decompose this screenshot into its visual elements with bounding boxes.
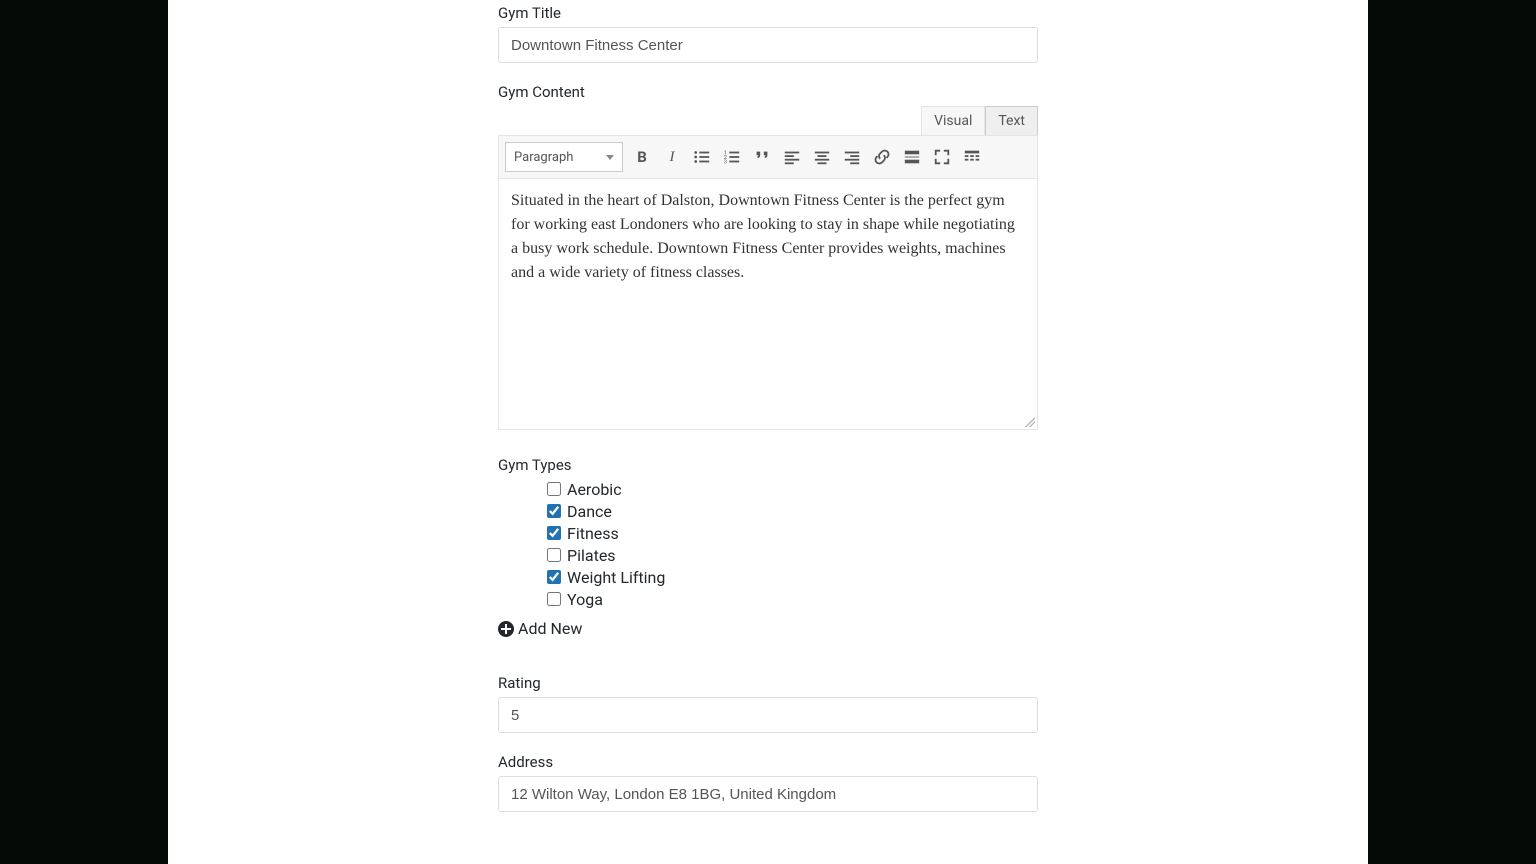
align-right-button[interactable] (838, 143, 866, 171)
editor-content[interactable]: Situated in the heart of Dalston, Downto… (499, 179, 1037, 429)
italic-button[interactable]: I (658, 143, 686, 171)
gym-types-list: Aerobic Dance Fitness Pilates Weight Lifting… (543, 479, 1038, 609)
gym-type-checkbox[interactable] (547, 482, 561, 496)
form-page: Gym Title Gym Content Visual Text Paragr… (168, 0, 1368, 864)
gym-type-option[interactable]: Dance (543, 501, 1038, 521)
gym-content-group: Gym Content Visual Text Paragraph B I 12… (498, 83, 1038, 430)
gym-type-option[interactable]: Yoga (543, 589, 1038, 609)
address-input[interactable] (498, 776, 1038, 812)
align-left-button[interactable] (778, 143, 806, 171)
gym-type-checkbox[interactable] (547, 548, 561, 562)
gym-type-option[interactable]: Fitness (543, 523, 1038, 543)
editor-tabs: Visual Text (498, 106, 1038, 135)
align-center-button[interactable] (808, 143, 836, 171)
gym-type-option[interactable]: Pilates (543, 545, 1038, 565)
gym-types-group: Gym Types Aerobic Dance Fitness Pilates Weig… (498, 456, 1038, 638)
chevron-down-icon (606, 155, 614, 160)
gym-type-checkbox[interactable] (547, 526, 561, 540)
gym-type-option[interactable]: Weight Lifting (543, 567, 1038, 587)
rating-group: Rating (498, 674, 1038, 733)
address-label: Address (498, 753, 1038, 771)
gym-title-group: Gym Title (498, 4, 1038, 63)
ordered-list-button[interactable]: 123 (718, 143, 746, 171)
toolbar-toggle-button[interactable] (958, 143, 986, 171)
blockquote-button[interactable] (748, 143, 776, 171)
add-new-type-button[interactable]: Add New (498, 619, 1038, 638)
gym-type-label: Pilates (567, 546, 616, 565)
fullscreen-button[interactable] (928, 143, 956, 171)
gym-type-option[interactable]: Aerobic (543, 479, 1038, 499)
gym-type-label: Aerobic (567, 480, 622, 499)
readmore-button[interactable] (898, 143, 926, 171)
add-new-label: Add New (518, 619, 582, 638)
gym-type-checkbox[interactable] (547, 570, 561, 584)
gym-types-label: Gym Types (498, 456, 1038, 474)
bold-button[interactable]: B (628, 143, 656, 171)
rating-input[interactable] (498, 697, 1038, 733)
gym-content-label: Gym Content (498, 83, 1038, 101)
plus-circle-icon (498, 621, 514, 637)
rating-label: Rating (498, 674, 1038, 692)
gym-type-label: Dance (567, 502, 612, 521)
svg-text:3: 3 (724, 159, 727, 165)
rich-text-editor: Paragraph B I 123 (498, 135, 1038, 430)
format-dropdown[interactable]: Paragraph (505, 142, 623, 172)
gym-title-input[interactable] (498, 27, 1038, 63)
gym-type-checkbox[interactable] (547, 504, 561, 518)
unordered-list-button[interactable] (688, 143, 716, 171)
format-dropdown-label: Paragraph (514, 150, 573, 165)
editor-toolbar: Paragraph B I 123 (499, 136, 1037, 179)
gym-type-checkbox[interactable] (547, 592, 561, 606)
address-group: Address (498, 753, 1038, 812)
tab-text[interactable]: Text (985, 106, 1038, 135)
gym-title-label: Gym Title (498, 4, 1038, 22)
gym-type-label: Weight Lifting (567, 568, 665, 587)
tab-visual[interactable]: Visual (921, 106, 985, 135)
link-button[interactable] (868, 143, 896, 171)
gym-type-label: Fitness (567, 524, 619, 543)
gym-type-label: Yoga (567, 590, 603, 609)
